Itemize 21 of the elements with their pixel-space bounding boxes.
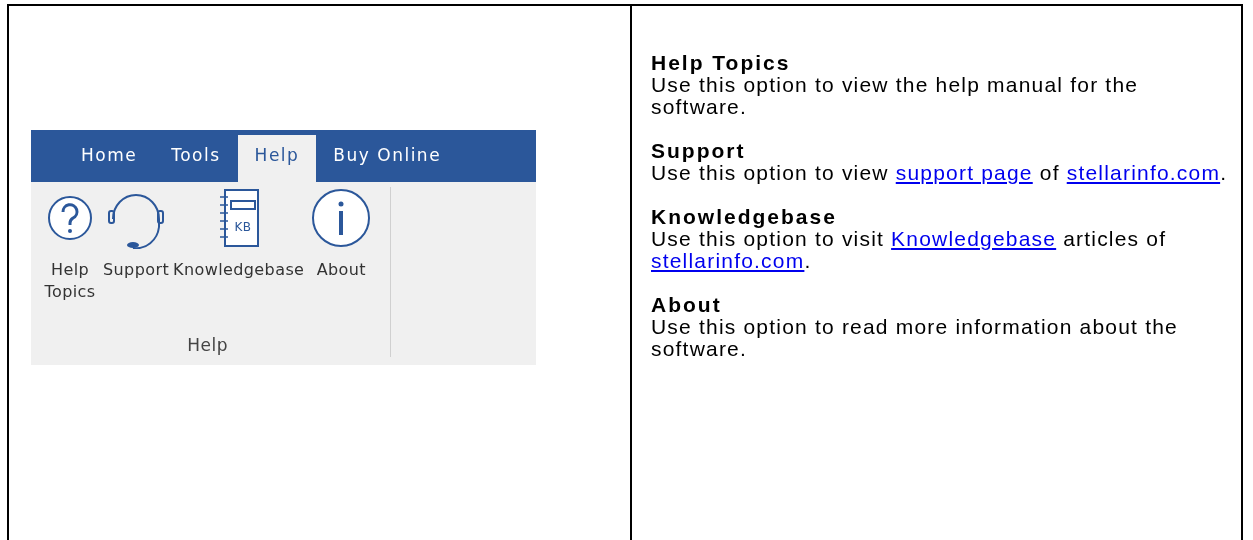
topic-description: Use this option to view support page of stellarinfo.com. (651, 162, 1229, 184)
ribbon-button[interactable]: Help Topics (39, 187, 101, 303)
ribbon-tab[interactable]: Home (64, 135, 155, 182)
topic-title: About (651, 294, 723, 316)
ribbon-button[interactable]: Support (101, 187, 172, 281)
topic-title: Help Topics (651, 52, 792, 74)
link[interactable]: support page (895, 161, 1033, 184)
ribbon-tab[interactable]: Help (237, 135, 317, 182)
ribbon-button[interactable]: KB Knowledgebase (171, 187, 307, 281)
topic-description: Use this option to read more information about the software. (651, 316, 1179, 360)
link[interactable]: stellarinfo.com (651, 249, 805, 272)
ribbon-tab[interactable]: Buy Online (316, 135, 459, 182)
topic-description: Use this option to visit Knowledgebase articles of stellarinfo.com. (651, 228, 1168, 272)
link[interactable]: Knowledgebase (891, 227, 1057, 250)
ribbon-button[interactable]: About (306, 187, 377, 281)
topic-description: Use this option to view the help manual for the software. (651, 74, 1140, 118)
topic-title: Knowledgebase (651, 206, 838, 228)
ribbon-tab[interactable]: Tools (154, 135, 238, 182)
link[interactable]: stellarinfo.com (1066, 161, 1221, 184)
topic-title: Support (651, 140, 747, 162)
group-label: Help (186, 335, 230, 355)
